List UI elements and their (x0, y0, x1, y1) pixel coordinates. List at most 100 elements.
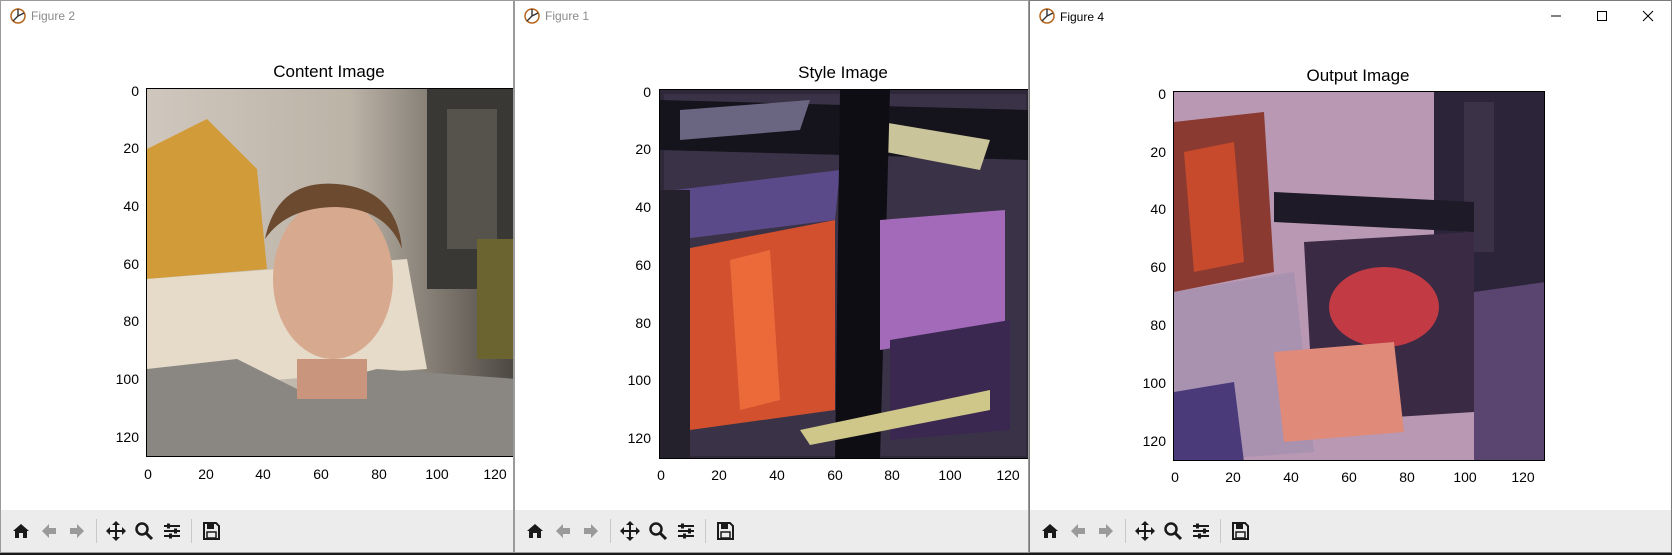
matplotlib-app-icon (1039, 8, 1055, 24)
y-tick-label: 60 (1150, 259, 1166, 275)
pan-icon (620, 521, 640, 541)
x-tick-label: 60 (313, 466, 329, 482)
title-bar[interactable]: Figure 1 (515, 1, 1028, 31)
zoom-button[interactable] (130, 516, 158, 546)
minimize-icon (1551, 15, 1561, 17)
configure-subplots-button[interactable] (158, 516, 186, 546)
navigation-toolbar (1030, 510, 1671, 552)
x-tick-label: 60 (1341, 469, 1357, 485)
close-icon (1642, 10, 1654, 22)
pan-icon (106, 521, 126, 541)
back-button[interactable] (35, 516, 63, 546)
configure-subplots-button[interactable] (672, 516, 700, 546)
content-image (147, 89, 513, 456)
zoom-button[interactable] (644, 516, 672, 546)
forward-button[interactable] (63, 516, 91, 546)
y-tick-label: 60 (123, 256, 139, 272)
image-axes[interactable] (659, 89, 1028, 459)
matplotlib-app-icon (10, 8, 26, 24)
save-button[interactable] (711, 516, 739, 546)
zoom-icon (135, 522, 154, 541)
x-tick-label: 80 (371, 466, 387, 482)
x-tick-label: 40 (255, 466, 271, 482)
y-tick-label: 80 (635, 315, 651, 331)
x-tick-label: 80 (884, 467, 900, 483)
toolbar-separator (96, 519, 97, 543)
x-tick-label: 0 (144, 466, 152, 482)
save-icon (717, 522, 734, 540)
y-tick-label: 0 (131, 83, 139, 99)
home-icon (1042, 524, 1058, 538)
x-tick-label: 20 (1225, 469, 1241, 485)
forward-button[interactable] (1092, 516, 1120, 546)
toolbar-separator (610, 519, 611, 543)
title-bar[interactable]: Figure 4 (1030, 1, 1671, 31)
home-button[interactable] (7, 516, 35, 546)
pan-button[interactable] (616, 516, 644, 546)
maximize-button[interactable] (1579, 1, 1625, 31)
figure-1-window: Figure 1 Style Image 0 20 40 60 80 100 1… (514, 0, 1029, 553)
zoom-button[interactable] (1159, 516, 1187, 546)
y-tick-label: 0 (1158, 86, 1166, 102)
pan-button[interactable] (1131, 516, 1159, 546)
style-image (660, 90, 1028, 458)
save-button[interactable] (197, 516, 225, 546)
x-tick-label: 60 (827, 467, 843, 483)
x-tick-label: 100 (1453, 469, 1477, 485)
toolbar-separator (705, 519, 706, 543)
x-tick-label: 20 (711, 467, 727, 483)
figure-4-window: Figure 4 Output Image 0 20 40 60 80 100 … (1029, 0, 1672, 553)
back-button[interactable] (549, 516, 577, 546)
home-icon (13, 524, 29, 538)
toolbar-separator (1220, 519, 1221, 543)
x-tick-label: 40 (769, 467, 785, 483)
back-button[interactable] (1064, 516, 1092, 546)
matplotlib-app-icon (524, 8, 540, 24)
plot-title: Content Image (273, 62, 385, 81)
y-tick-label: 20 (123, 140, 139, 156)
figure-2-window: Figure 2 Content Image 0 20 40 60 80 100… (0, 0, 514, 553)
maximize-icon (1597, 11, 1607, 21)
configure-subplots-button[interactable] (1187, 516, 1215, 546)
toolbar-separator (191, 519, 192, 543)
y-tick-label: 60 (635, 257, 651, 273)
home-icon (527, 524, 543, 538)
image-axes[interactable] (1173, 91, 1545, 461)
zoom-icon (649, 522, 668, 541)
navigation-toolbar (1, 510, 513, 552)
forward-arrow-icon (70, 524, 84, 538)
y-tick-label: 0 (643, 84, 651, 100)
image-axes[interactable] (146, 88, 513, 457)
y-tick-label: 40 (123, 198, 139, 214)
plot-title: Output Image (1306, 66, 1410, 85)
y-tick-label: 120 (115, 429, 139, 445)
forward-arrow-icon (584, 524, 598, 538)
y-tick-label: 80 (1150, 317, 1166, 333)
save-button[interactable] (1226, 516, 1254, 546)
configure-subplots-icon (678, 523, 694, 539)
navigation-toolbar (515, 510, 1028, 552)
y-tick-label: 20 (1150, 144, 1166, 160)
toolbar-separator (1125, 519, 1126, 543)
title-bar[interactable]: Figure 2 (1, 1, 513, 31)
y-tick-label: 120 (627, 430, 651, 446)
x-tick-label: 120 (996, 467, 1020, 483)
home-button[interactable] (521, 516, 549, 546)
x-tick-label: 80 (1399, 469, 1415, 485)
home-button[interactable] (1036, 516, 1064, 546)
y-tick-label: 40 (635, 199, 651, 215)
y-tick-label: 100 (115, 371, 139, 387)
back-arrow-icon (42, 524, 56, 538)
save-icon (1232, 522, 1249, 540)
forward-button[interactable] (577, 516, 605, 546)
window-title: Figure 4 (1060, 10, 1105, 24)
y-tick-label: 100 (1142, 375, 1166, 391)
x-tick-label: 100 (425, 466, 449, 482)
x-tick-label: 100 (938, 467, 962, 483)
minimize-button[interactable] (1533, 1, 1579, 31)
pan-button[interactable] (102, 516, 130, 546)
configure-subplots-icon (1193, 523, 1209, 539)
y-tick-label: 80 (123, 313, 139, 329)
window-title: Figure 1 (545, 9, 590, 23)
close-button[interactable] (1625, 1, 1671, 31)
